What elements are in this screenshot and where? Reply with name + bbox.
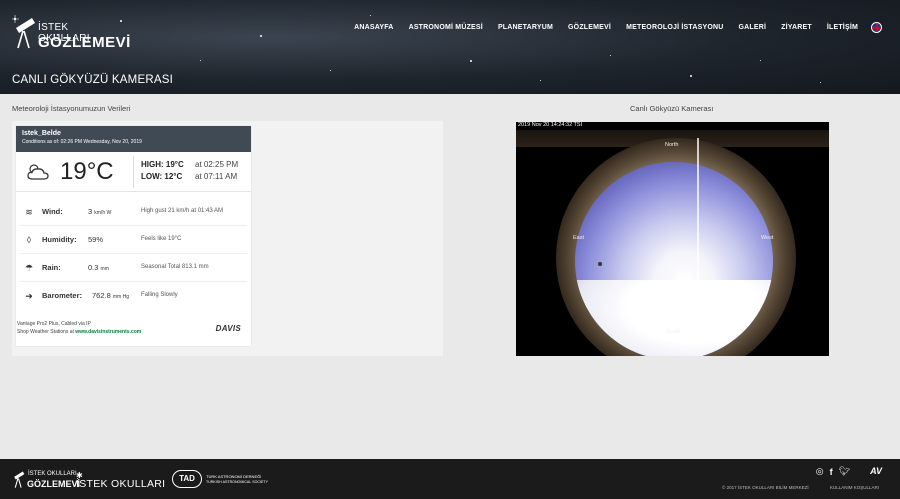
rain-icon: ☂ bbox=[24, 263, 34, 273]
weather-card-header: Istek_Belde Conditions as of: 02:26 PM W… bbox=[16, 126, 251, 152]
logo-line-2: GÖZLEMEVİ bbox=[38, 34, 131, 51]
label-north: North bbox=[665, 142, 679, 148]
droplet-icon: ◊ bbox=[26, 235, 32, 245]
nav-item-planetaryum[interactable]: PLANETARYUM bbox=[498, 24, 553, 31]
davis-link[interactable]: www.davisinstruments.com bbox=[75, 329, 141, 335]
instagram-icon[interactable]: ◎ bbox=[816, 466, 824, 477]
label-south: South bbox=[666, 329, 681, 335]
rain-unit: mm bbox=[100, 266, 109, 272]
copyright-text: © 2017 İSTEK OKULLARI BİLİM MERKEZİ bbox=[722, 485, 809, 490]
dark-spot bbox=[598, 262, 602, 266]
nav-item-iletisim[interactable]: İLETİŞİM bbox=[827, 24, 858, 31]
wind-row: ≋ Wind: 3 km/h W High gust 21 km/h at 01… bbox=[20, 198, 247, 226]
barometer-reading: 762.8 bbox=[92, 291, 111, 300]
weather-card: Istek_Belde Conditions as of: 02:26 PM W… bbox=[16, 126, 251, 346]
sky-camera-image: 2019 Nov 20 14:24:32 TSİ North South Eas… bbox=[516, 122, 829, 356]
social-links: ◎ f 🐦︎ bbox=[810, 466, 850, 477]
terms-link[interactable]: KULLANIM KOŞULLARI bbox=[830, 485, 879, 490]
barometer-value: 762.8 mm Hg bbox=[92, 291, 129, 300]
site-footer: İSTEK OKULLARI GÖZLEMEVİ ✱ İSTEK OKULLAR… bbox=[0, 459, 900, 499]
arrow-icon: ➜ bbox=[25, 291, 33, 301]
wind-speed: 3 bbox=[88, 207, 93, 216]
nav-item-ziyaret[interactable]: ZİYARET bbox=[781, 24, 812, 31]
temperature-row: 19°C HIGH: 19°C at 02:25 PM LOW: 12°C at… bbox=[16, 152, 251, 192]
rain-note: Seasonal Total 813.1 mm bbox=[141, 264, 209, 270]
nav-item-gozlemevi[interactable]: GÖZLEMEVİ bbox=[568, 24, 611, 31]
partly-cloudy-icon bbox=[27, 164, 49, 180]
tad-line2: TURKISH ASTRONOMICAL SOCIETY bbox=[206, 480, 268, 484]
rain-label: Rain: bbox=[42, 263, 61, 272]
telescope-icon bbox=[12, 15, 35, 49]
label-west: West bbox=[761, 235, 774, 241]
header-hero: İSTEK OKULLARI GÖZLEMEVİ ANASAYFA ASTRON… bbox=[0, 0, 900, 94]
station-name: Istek_Belde bbox=[22, 130, 61, 137]
nav-item-meteoroloji-istasyonu[interactable]: METEOROLOJİ İSTASYONU bbox=[626, 24, 723, 31]
humidity-row: ◊ Humidity: 59% Feels like 19°C bbox=[20, 226, 247, 254]
facebook-icon[interactable]: f bbox=[830, 467, 833, 477]
wind-value: 3 km/h W bbox=[88, 207, 111, 216]
cloud-cover bbox=[575, 280, 773, 356]
wind-note: High gust 21 km/h at 01:43 AM bbox=[141, 208, 224, 214]
high-temperature: HIGH: 19°C bbox=[141, 160, 184, 169]
high-time: at 02:25 PM bbox=[195, 160, 239, 169]
barometer-note: Falling Slowly bbox=[141, 292, 178, 298]
humidity-value: 59% bbox=[88, 235, 104, 244]
humidity-note: Feels like 19°C bbox=[141, 236, 182, 242]
barometer-row: ➜ Barometer: 762.8 mm Hg Falling Slowly bbox=[20, 282, 247, 310]
weather-section-heading: Meteoroloji İstasyonumuzun Verileri bbox=[12, 104, 131, 113]
barometer-unit: mm Hg bbox=[112, 294, 129, 300]
camera-timestamp: 2019 Nov 20 14:24:32 TSİ bbox=[518, 122, 583, 128]
nav-item-anasayfa[interactable]: ANASAYFA bbox=[354, 24, 393, 31]
camera-section-heading: Canlı Gökyüzü Kamerası bbox=[630, 104, 714, 113]
humidity-label: Humidity: bbox=[42, 235, 77, 244]
barometer-label: Barometer: bbox=[42, 291, 83, 300]
nav-item-galeri[interactable]: GALERİ bbox=[738, 24, 766, 31]
rain-amount: 0.3 bbox=[88, 263, 99, 272]
low-time: at 07:11 AM bbox=[195, 172, 238, 181]
wind-icon: ≋ bbox=[25, 207, 33, 217]
telescope-icon bbox=[14, 471, 25, 488]
low-temperature: LOW: 12°C bbox=[141, 172, 183, 181]
wind-unit: km/h W bbox=[94, 210, 112, 216]
main-nav: ANASAYFA ASTRONOMİ MÜZESİ PLANETARYUM GÖ… bbox=[339, 22, 882, 33]
footer-logo2-text: İSTEK OKULLARI bbox=[76, 478, 166, 490]
rain-row: ☂ Rain: 0.3 mm Seasonal Total 813.1 mm bbox=[20, 254, 247, 282]
footer-logo1-line2: GÖZLEMEVİ bbox=[27, 479, 81, 489]
tad-line1: TÜRK ASTRONOMİ DERNEĞİ bbox=[206, 474, 262, 479]
light-streak bbox=[697, 138, 699, 338]
wind-label: Wind: bbox=[42, 207, 63, 216]
label-east: East bbox=[573, 235, 585, 241]
current-temperature: 19°C bbox=[60, 158, 114, 185]
uk-flag-icon[interactable] bbox=[871, 22, 882, 33]
page-title: CANLI GÖKYÜZÜ KAMERASI bbox=[12, 74, 173, 86]
rain-value: 0.3 mm bbox=[88, 263, 109, 272]
agency-logo[interactable]: AV bbox=[870, 466, 882, 476]
davis-logo: DAVIS bbox=[215, 324, 241, 333]
site-logo[interactable]: İSTEK OKULLARI GÖZLEMEVİ bbox=[12, 12, 130, 54]
footer-logo1-line1: İSTEK OKULLARI bbox=[28, 471, 77, 477]
twitter-icon[interactable]: 🐦︎ bbox=[839, 466, 850, 477]
weather-card-footer: Vantage Pro2 Plus, Cabled via IP Shop We… bbox=[16, 320, 251, 336]
conditions-time: Conditions as of: 02:26 PM Wednesday, No… bbox=[22, 139, 142, 145]
nav-item-astronomi-muzesi[interactable]: ASTRONOMİ MÜZESİ bbox=[409, 24, 483, 31]
tad-mark: TAD bbox=[172, 470, 202, 488]
divider bbox=[133, 156, 134, 188]
sky-view bbox=[575, 162, 773, 356]
shop-prefix: Shop Weather Stations at bbox=[17, 329, 76, 335]
